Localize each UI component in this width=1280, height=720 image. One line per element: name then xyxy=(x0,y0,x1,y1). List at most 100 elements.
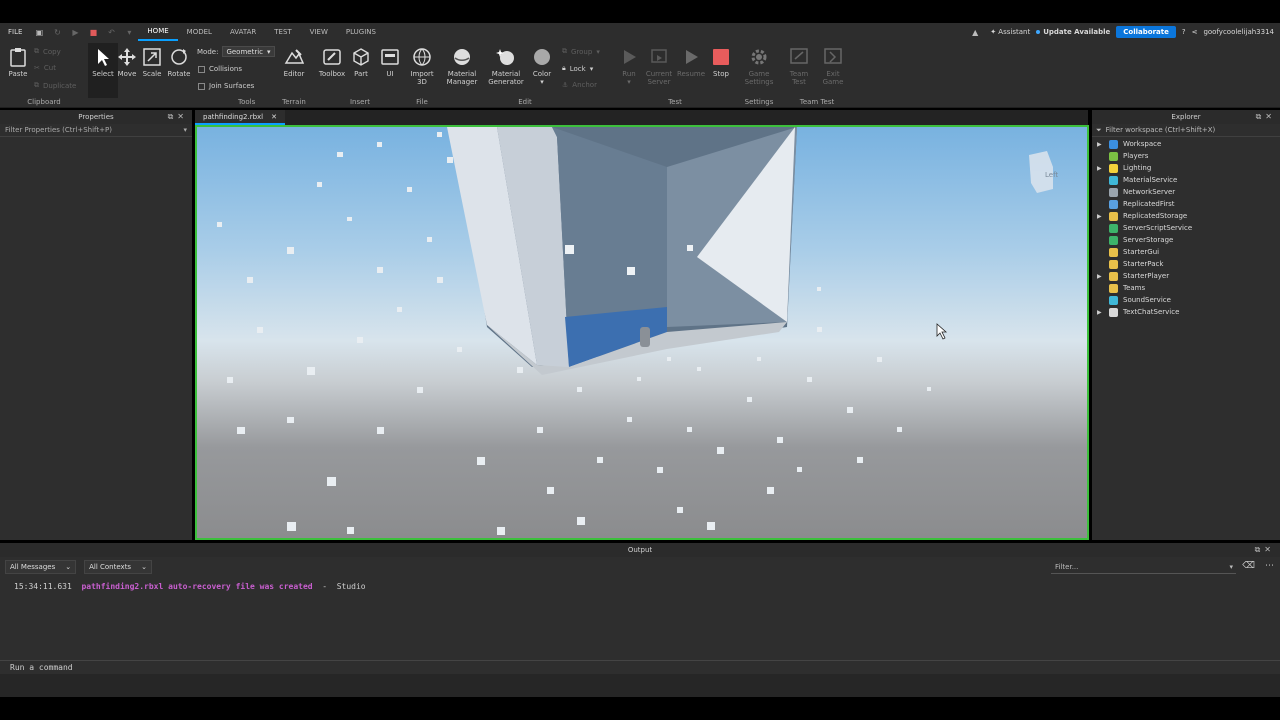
game-settings-button[interactable]: Game Settings xyxy=(744,46,774,86)
explorer-item-lighting[interactable]: ▶ Lighting xyxy=(1092,162,1280,174)
stop-square-icon xyxy=(710,46,732,68)
collaborate-button[interactable]: Collaborate xyxy=(1116,26,1176,38)
group-button[interactable]: ⧉ Group ▾ xyxy=(562,47,600,56)
join-surfaces-checkbox[interactable] xyxy=(198,82,205,90)
ui-button[interactable]: UI xyxy=(375,46,405,78)
output-actions: ⌫ ⋯ xyxy=(1242,561,1274,571)
explorer-item-startergui[interactable]: StarterGui xyxy=(1092,246,1280,258)
explorer-item-textchatservice[interactable]: ▶ TextChatService xyxy=(1092,306,1280,318)
workspace-service-icon xyxy=(1109,139,1118,149)
color-button[interactable]: Color ▾ xyxy=(527,46,557,86)
explorer-item-workspace[interactable]: ▶ Workspace xyxy=(1092,138,1280,150)
contexts-filter-dropdown[interactable]: All Contexts ⌄ xyxy=(84,560,152,574)
stop-icon[interactable]: ■ xyxy=(88,27,98,37)
expand-arrow-icon[interactable]: ▶ xyxy=(1097,165,1102,172)
save-icon[interactable]: ▣ xyxy=(34,27,44,37)
explorer-item-soundservice[interactable]: SoundService xyxy=(1092,294,1280,306)
close-tab-icon[interactable]: ✕ xyxy=(271,113,277,121)
tab-test[interactable]: TEST xyxy=(265,23,300,41)
properties-filter-input[interactable]: Filter Properties (Ctrl+Shift+P) ▾ xyxy=(0,124,192,137)
team-test-button[interactable]: Team Test xyxy=(784,46,814,86)
exit-game-button[interactable]: Exit Game xyxy=(818,46,848,86)
explorer-item-starterplayer[interactable]: ▶ StarterPlayer xyxy=(1092,270,1280,282)
copy-button[interactable]: ⧉ Copy xyxy=(34,47,61,56)
output-window-controls[interactable]: ⧉✕ xyxy=(1255,545,1275,555)
anchor-button[interactable]: ⚓︎ Anchor xyxy=(562,81,597,89)
explorer-filter-input[interactable]: ⏷ Filter workspace (Ctrl+Shift+X) xyxy=(1092,124,1280,137)
quick-access-chevron-icon[interactable]: ▾ xyxy=(124,27,134,37)
import-3d-button[interactable]: Import 3D xyxy=(407,46,437,86)
explorer-window-controls[interactable]: ⧉✕ xyxy=(1256,112,1276,122)
update-available[interactable]: Update Available xyxy=(1036,28,1110,36)
view-cube[interactable]: Left xyxy=(1029,151,1058,193)
current-server-button[interactable]: Current Server xyxy=(644,46,674,86)
duplicate-button[interactable]: ⧉ Duplicate xyxy=(34,81,76,90)
tab-view[interactable]: VIEW xyxy=(301,23,337,41)
explorer-item-teams[interactable]: Teams xyxy=(1092,282,1280,294)
explorer-item-networkserver[interactable]: NetworkServer xyxy=(1092,186,1280,198)
messages-filter-dropdown[interactable]: All Messages ⌄ xyxy=(5,560,77,574)
command-bar-input[interactable]: Run a command xyxy=(0,660,1280,674)
explorer-item-replicatedstorage[interactable]: ▶ ReplicatedStorage xyxy=(1092,210,1280,222)
explorer-item-serverscriptservice[interactable]: ServerScriptService xyxy=(1092,222,1280,234)
paste-button[interactable]: Paste xyxy=(3,46,33,78)
output-filter-chevron-icon[interactable]: ▾ xyxy=(1229,563,1233,571)
expand-arrow-icon[interactable]: ▶ xyxy=(1097,273,1102,280)
undo-icon[interactable]: ↶ xyxy=(106,27,116,37)
lock-button[interactable]: 🔒︎ Lock ▾ xyxy=(562,64,593,73)
3d-viewport[interactable]: Left xyxy=(195,125,1089,540)
explorer-item-players[interactable]: Players xyxy=(1092,150,1280,162)
terrain-editor-button[interactable]: Editor xyxy=(279,46,309,78)
document-tab[interactable]: pathfinding2.rbxl ✕ xyxy=(195,110,285,125)
explorer-item-materialservice[interactable]: MaterialService xyxy=(1092,174,1280,186)
group-icon: ⧉ xyxy=(562,47,567,55)
collisions-toggle[interactable]: Collisions xyxy=(198,65,242,73)
explorer-item-replicatedfirst[interactable]: ReplicatedFirst xyxy=(1092,198,1280,210)
collisions-checkbox[interactable] xyxy=(198,65,205,73)
username[interactable]: goofycoolelijah3314 xyxy=(1203,28,1274,36)
viewport-scene: Left xyxy=(217,127,1058,535)
cut-button[interactable]: ✂ Cut xyxy=(34,64,56,72)
resume-button[interactable]: Resume xyxy=(676,46,706,78)
explorer-item-label: StarterGui xyxy=(1123,248,1160,256)
play-icon[interactable]: ▶ xyxy=(70,27,80,37)
output-filter-input[interactable]: Filter... ▾ xyxy=(1051,560,1236,574)
join-surfaces-toggle[interactable]: Join Surfaces xyxy=(198,82,254,90)
menu-bar: FILE ▣ ↻ ▶ ■ ↶ ▾ HOME MODEL AVATAR TEST … xyxy=(0,23,1280,41)
more-options-icon[interactable]: ⋯ xyxy=(1265,561,1274,571)
file-menu[interactable]: FILE xyxy=(0,28,30,36)
tools-group-label: Tools xyxy=(238,98,256,106)
tab-plugins[interactable]: PLUGINS xyxy=(337,23,385,41)
tab-home[interactable]: HOME xyxy=(138,23,178,41)
help-icon[interactable]: ? xyxy=(1182,28,1186,36)
properties-filter-chevron-icon[interactable]: ▾ xyxy=(183,126,187,134)
material-manager-button[interactable]: Material Manager xyxy=(446,46,478,86)
part-button[interactable]: Part xyxy=(346,46,376,78)
properties-window-controls[interactable]: ⧉✕ xyxy=(168,112,188,122)
clear-output-broom-icon[interactable]: ⌫ xyxy=(1242,561,1255,571)
redo-arrow-icon[interactable]: ↻ xyxy=(52,27,62,37)
teams-service-icon xyxy=(1109,283,1118,293)
explorer-item-starterpack[interactable]: StarterPack xyxy=(1092,258,1280,270)
expand-arrow-icon[interactable]: ▶ xyxy=(1097,309,1102,316)
explorer-item-serverstorage[interactable]: ServerStorage xyxy=(1092,234,1280,246)
run-button[interactable]: Run ▾ xyxy=(614,46,644,86)
scale-tool-button[interactable]: Scale xyxy=(137,46,167,78)
expand-arrow-icon[interactable]: ▶ xyxy=(1097,141,1102,148)
assistant-button[interactable]: ✦ Assistant xyxy=(990,28,1030,36)
rotate-tool-button[interactable]: Rotate xyxy=(164,46,194,78)
expand-arrow-icon[interactable]: ▶ xyxy=(1097,213,1102,220)
mode-select[interactable]: Geometric ▾ xyxy=(222,46,275,57)
paste-icon xyxy=(7,46,29,68)
toolbox-button[interactable]: Toolbox xyxy=(317,46,347,78)
tab-model[interactable]: MODEL xyxy=(178,23,221,41)
collisions-label: Collisions xyxy=(209,65,242,73)
stop-button[interactable]: Stop xyxy=(706,46,736,78)
collapse-ribbon-icon[interactable]: ▲ xyxy=(970,27,980,37)
share-icon[interactable]: ⋖ xyxy=(1192,28,1198,36)
material-generator-button[interactable]: Material Generator xyxy=(488,46,524,86)
tab-avatar[interactable]: AVATAR xyxy=(221,23,265,41)
resume-label: Resume xyxy=(676,70,706,78)
ui-icon xyxy=(379,46,401,68)
replicatedstorage-service-icon xyxy=(1109,211,1118,221)
